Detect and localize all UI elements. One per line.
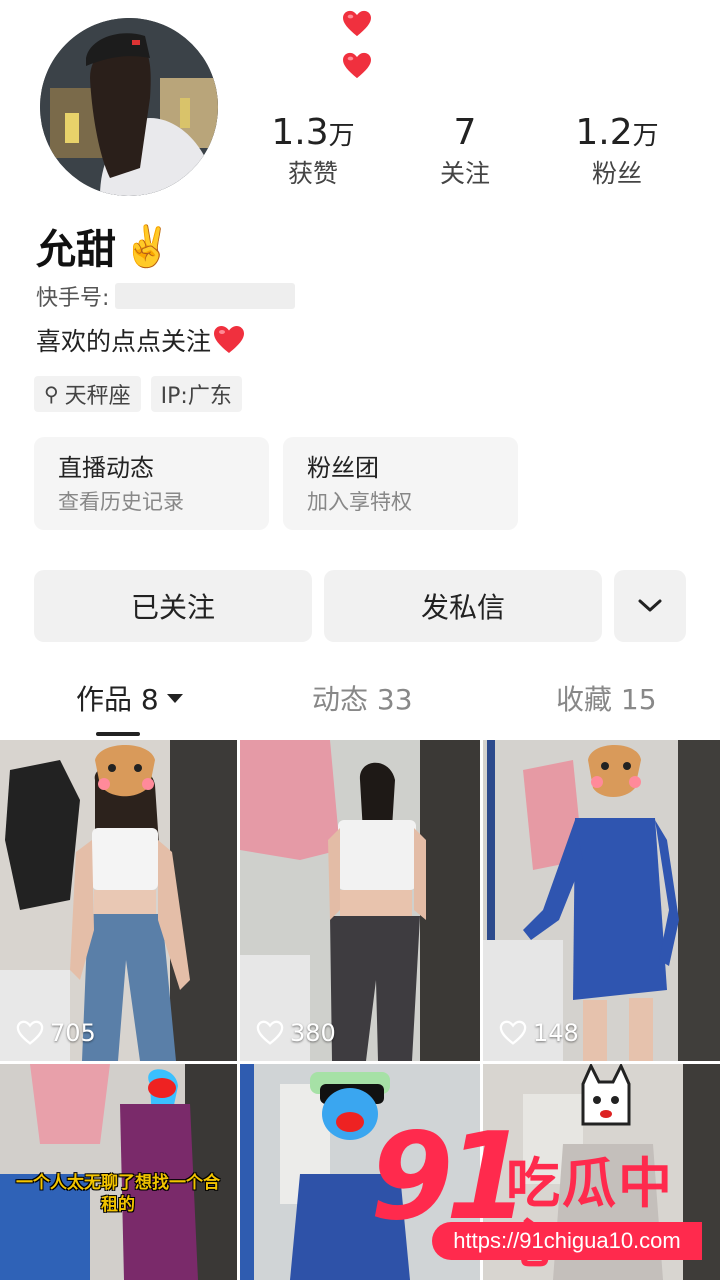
- card-subtitle: 查看历史记录: [58, 490, 184, 514]
- tag-label: 天秤座: [64, 384, 131, 409]
- tag-label: IP:广东: [160, 384, 232, 409]
- video-caption: 一个人太无聊了想找一个合租的: [16, 1173, 220, 1215]
- tab-works[interactable]: 作品 8: [76, 678, 183, 718]
- video-thumbnail[interactable]: 380: [240, 740, 480, 1061]
- feature-cards: 直播动态 查看历史记录 粉丝团 加入享特权: [34, 437, 518, 530]
- stat-value: 7: [453, 112, 477, 153]
- like-count: 380: [256, 1019, 336, 1047]
- card-subtitle: 加入享特权: [307, 490, 412, 514]
- kuaishou-id-label: 快手号:: [36, 286, 110, 311]
- fan-club-card[interactable]: 粉丝团 加入享特权: [283, 437, 518, 530]
- kuaishou-id-redacted: [115, 283, 296, 309]
- heart-outline-icon: [499, 1020, 527, 1045]
- profile-name-row: 允甜 ✌️: [36, 218, 172, 274]
- avatar[interactable]: [40, 18, 218, 196]
- stat-value: 1.3: [271, 112, 329, 153]
- profile-name: 允甜: [36, 227, 116, 273]
- card-title: 粉丝团: [307, 454, 379, 482]
- stat-label: 粉丝: [591, 159, 642, 188]
- victory-hand-icon: ✌️: [122, 223, 172, 270]
- like-count-value: 705: [50, 1019, 96, 1047]
- kuaishou-id: 快手号:: [36, 280, 296, 312]
- stat-label: 关注: [439, 159, 490, 188]
- tab-label: 收藏 15: [556, 683, 657, 716]
- watermark: 91 吃瓜中心 https://91chigua10.com: [362, 1118, 720, 1278]
- heart-icon: [343, 52, 371, 79]
- heart-outline-icon: [16, 1020, 44, 1045]
- heart-icon: [343, 10, 371, 37]
- more-button[interactable]: [614, 570, 686, 642]
- video-thumbnail[interactable]: 148: [483, 740, 720, 1061]
- like-count-value: 380: [290, 1019, 336, 1047]
- like-count: 148: [499, 1019, 579, 1047]
- profile-tags: ⚲ 天秤座 IP:广东: [34, 376, 242, 412]
- video-thumbnail[interactable]: 705: [0, 740, 237, 1061]
- like-count-value: 148: [533, 1019, 579, 1047]
- like-count: 705: [16, 1019, 96, 1047]
- ip-location-tag: IP:广东: [150, 376, 242, 412]
- followers-stat[interactable]: 1.2万 粉丝: [542, 112, 692, 191]
- tab-active-indicator: [96, 732, 140, 736]
- chevron-down-icon: [638, 599, 662, 612]
- tab-favorites[interactable]: 收藏 15: [556, 678, 657, 718]
- card-title: 直播动态: [58, 454, 154, 482]
- following-stat[interactable]: 7 关注: [390, 112, 540, 191]
- watermark-number: 91: [370, 1108, 529, 1247]
- message-button[interactable]: 发私信: [324, 570, 602, 642]
- content-tabs: 作品 8 动态 33 收藏 15: [0, 672, 720, 738]
- stat-label: 获赞: [287, 159, 338, 188]
- floating-hearts: [342, 10, 378, 94]
- stat-unit: 万: [328, 121, 355, 151]
- heart-outline-icon: [256, 1020, 284, 1045]
- caret-down-icon: [166, 693, 183, 703]
- stat-value: 1.2: [575, 112, 633, 153]
- tab-label: 动态 33: [312, 683, 413, 716]
- tab-label: 作品 8: [76, 683, 159, 716]
- profile-bio: 喜欢的点点关注: [36, 322, 245, 358]
- live-history-card[interactable]: 直播动态 查看历史记录: [34, 437, 269, 530]
- video-thumbnail[interactable]: 一个人太无聊了想找一个合租的: [0, 1064, 237, 1280]
- tab-moments[interactable]: 动态 33: [312, 678, 413, 718]
- profile-actions: 已关注 发私信: [34, 570, 686, 642]
- bio-text: 喜欢的点点关注: [36, 327, 212, 356]
- zodiac-tag[interactable]: ⚲ 天秤座: [34, 376, 141, 412]
- likes-stat[interactable]: 1.3万 获赞: [238, 112, 388, 191]
- watermark-url: https://91chigua10.com: [432, 1222, 702, 1260]
- profile-stats: 1.3万 获赞 7 关注 1.2万 粉丝: [230, 112, 710, 192]
- followed-button[interactable]: 已关注: [34, 570, 312, 642]
- stat-unit: 万: [632, 121, 659, 151]
- libra-icon: ⚲: [44, 382, 59, 406]
- heart-icon: [214, 326, 245, 353]
